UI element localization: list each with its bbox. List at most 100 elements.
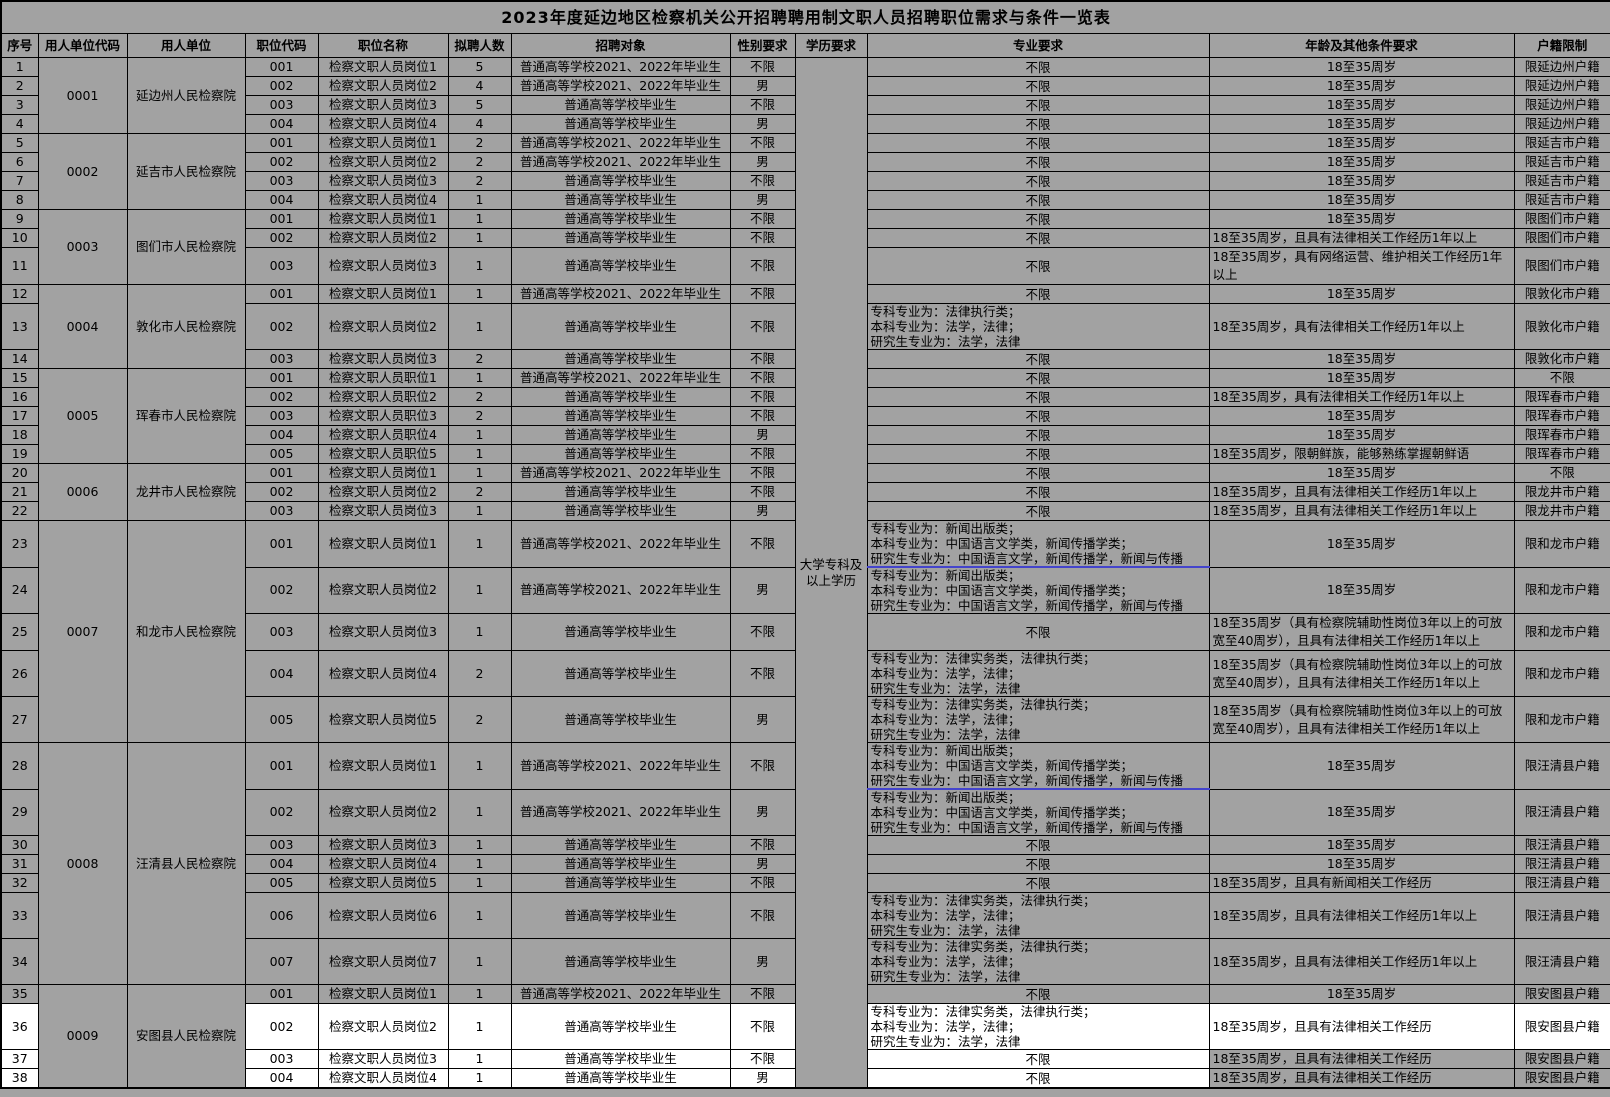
cell-major: 不限	[866, 835, 1210, 855]
cell-count: 2	[447, 650, 512, 697]
cell-major: 不限	[866, 349, 1210, 369]
cell-count: 1	[447, 209, 512, 229]
cell-major: 专科专业为：法律执行类； 本科专业为：法学，法律； 研究生专业为：法学，法律	[866, 303, 1210, 350]
cell-post-name: 检察文职人员岗位2	[317, 566, 449, 614]
cell-age: 18至35周岁	[1208, 57, 1515, 77]
cell-residence: 限珲春市户籍	[1513, 425, 1610, 445]
cell-post-name: 检察文职人员岗位5	[317, 696, 449, 743]
cell-target: 普通高等学校毕业生	[510, 95, 731, 115]
cell-age: 18至35周岁	[1208, 190, 1515, 210]
cell-major: 专科专业为：法律实务类，法律执行类； 本科专业为：法学，法律； 研究生专业为：法学，…	[866, 696, 1210, 743]
cell-post-name: 检察文职人员职位3	[317, 406, 449, 426]
cell-post-code: 001	[244, 520, 319, 568]
cell-employer-code: 0004	[37, 284, 128, 369]
cell-major: 不限	[866, 1049, 1210, 1069]
cell-major: 不限	[866, 114, 1210, 134]
major-line: 专科专业为：法律实务类，法律执行类；	[870, 697, 1096, 713]
cell-major: 不限	[866, 368, 1210, 388]
cell-post-name: 检察文职人员岗位1	[317, 463, 449, 483]
cell-post-name: 检察文职人员岗位1	[317, 209, 449, 229]
cell-age: 18至35周岁	[1208, 76, 1515, 96]
cell-count: 1	[447, 1049, 512, 1069]
cell-age: 18至35周岁	[1208, 742, 1515, 790]
cell-post-code: 002	[244, 387, 319, 407]
cell-major: 专科专业为：法律实务类，法律执行类； 本科专业为：法学，法律； 研究生专业为：法学，…	[866, 1003, 1210, 1050]
cell-gender: 男	[729, 696, 796, 743]
cell-target: 普通高等学校毕业生	[510, 835, 731, 855]
cell-major: 不限	[866, 984, 1210, 1004]
cell-gender: 不限	[729, 742, 796, 790]
cell-employer-code: 0003	[37, 209, 128, 285]
major-line: 本科专业为：中国语言文学类，新闻传播学类；	[870, 583, 1134, 598]
cell-count: 1	[447, 742, 512, 790]
major-line: 本科专业为：法学，法律；	[870, 666, 1021, 681]
cell-major: 不限	[866, 425, 1210, 445]
cell-residence: 限珲春市户籍	[1513, 387, 1610, 407]
cell-gender: 男	[729, 190, 796, 210]
cell-post-code: 001	[244, 57, 319, 77]
cell-post-code: 002	[244, 566, 319, 614]
cell-count: 1	[447, 425, 512, 445]
cell-major: 不限	[866, 1068, 1210, 1089]
cell-employer-code: 0007	[37, 520, 128, 743]
cell-no: 17	[0, 406, 39, 426]
cell-residence: 限汪清县户籍	[1513, 854, 1610, 874]
cell-post-code: 004	[244, 114, 319, 134]
cell-no: 36	[0, 1003, 39, 1050]
cell-post-code: 001	[244, 463, 319, 483]
major-line: 研究生专业为：中国语言文学，新闻传播学，新闻与传播	[870, 598, 1184, 613]
cell-residence: 限汪清县户籍	[1513, 873, 1610, 893]
cell-post-code: 001	[244, 984, 319, 1004]
major-line: 专科专业为：新闻出版类；	[870, 790, 1021, 805]
cell-employer: 延边州人民检察院	[126, 57, 246, 134]
cell-post-code: 002	[244, 1003, 319, 1050]
cell-no: 8	[0, 190, 39, 210]
column-header-gender: 性别要求	[729, 33, 796, 58]
cell-post-code: 001	[244, 368, 319, 388]
cell-age: 18至35周岁	[1208, 425, 1515, 445]
cell-no: 26	[0, 650, 39, 697]
cell-target: 普通高等学校毕业生	[510, 444, 731, 464]
cell-age: 18至35周岁	[1208, 133, 1515, 153]
cell-residence: 限汪清县户籍	[1513, 835, 1610, 855]
cell-target: 普通高等学校毕业生	[510, 1003, 731, 1050]
major-line: 专科专业为：法律实务类，法律执行类；	[870, 651, 1096, 667]
cell-count: 2	[447, 349, 512, 369]
cell-post-code: 006	[244, 892, 319, 939]
cell-gender: 不限	[729, 835, 796, 855]
cell-residence: 限敦化市户籍	[1513, 303, 1610, 350]
cell-gender: 不限	[729, 228, 796, 248]
cell-post-code: 004	[244, 190, 319, 210]
cell-post-name: 检察文职人员职位2	[317, 387, 449, 407]
cell-target: 普通高等学校2021、2022年毕业生	[510, 133, 731, 153]
cell-major: 不限	[866, 387, 1210, 407]
cell-post-name: 检察文职人员职位4	[317, 425, 449, 445]
cell-post-name: 检察文职人员岗位3	[317, 349, 449, 369]
major-line: 专科专业为：法律实务类，法律执行类；	[870, 939, 1096, 955]
cell-residence: 限汪清县户籍	[1513, 788, 1610, 836]
cell-post-name: 检察文职人员岗位3	[317, 835, 449, 855]
cell-gender: 男	[729, 788, 796, 836]
major-line: 研究生专业为：法学，法律	[870, 969, 1021, 984]
cell-gender: 男	[729, 114, 796, 134]
cell-post-code: 002	[244, 152, 319, 172]
cell-age: 18至35周岁，且具有法律相关工作经历1年以上	[1208, 501, 1515, 521]
cell-no: 14	[0, 349, 39, 369]
cell-count: 2	[447, 696, 512, 743]
major-line: 本科专业为：法学，法律；	[870, 908, 1021, 923]
cell-no: 13	[0, 303, 39, 350]
cell-age: 18至35周岁	[1208, 209, 1515, 229]
cell-post-name: 检察文职人员岗位4	[317, 650, 449, 697]
cell-gender: 男	[729, 76, 796, 96]
cell-post-name: 检察文职人员岗位3	[317, 1049, 449, 1069]
cell-no: 20	[0, 463, 39, 483]
cell-residence: 限延边州户籍	[1513, 57, 1610, 77]
cell-gender: 男	[729, 501, 796, 521]
cell-post-name: 检察文职人员岗位5	[317, 873, 449, 893]
column-header-target: 招聘对象	[510, 33, 731, 58]
cell-no: 33	[0, 892, 39, 939]
cell-target: 普通高等学校毕业生	[510, 892, 731, 939]
cell-gender: 不限	[729, 303, 796, 350]
cell-target: 普通高等学校2021、2022年毕业生	[510, 984, 731, 1004]
cell-target: 普通高等学校2021、2022年毕业生	[510, 520, 731, 568]
